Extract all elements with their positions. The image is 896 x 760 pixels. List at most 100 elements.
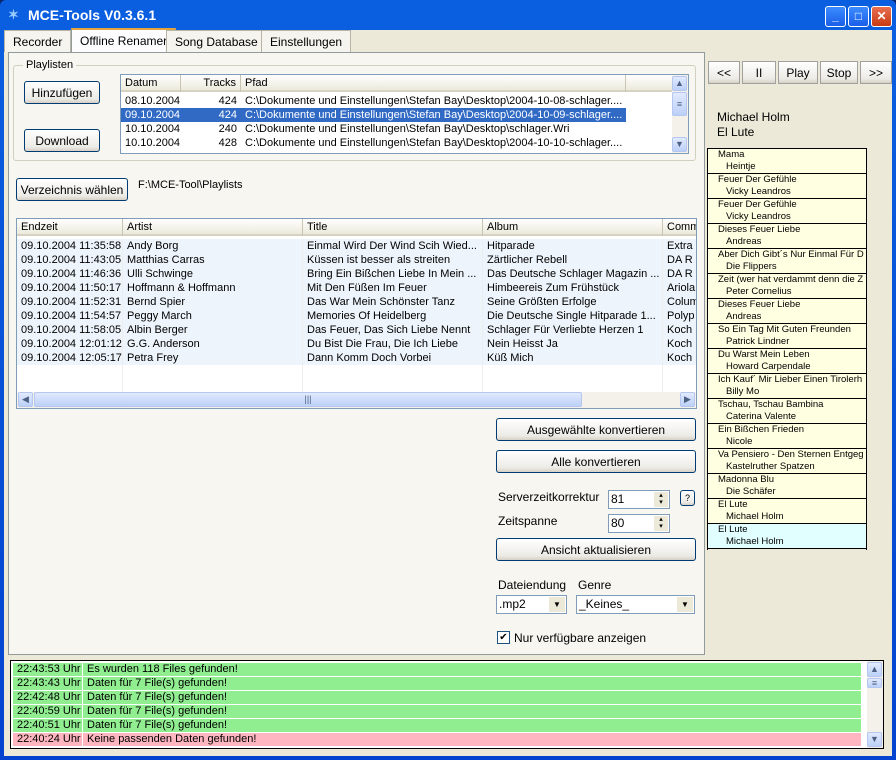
track-cell: Einmal Wird Der Wind Scih Wied... (303, 239, 483, 253)
queue-item[interactable]: Du Warst Mein Leben Howard Carpendale (708, 349, 866, 374)
queue-item[interactable]: Dieses Feuer Liebe Andreas (708, 299, 866, 324)
log-scrollbar[interactable]: ▲ ≡ ▼ (867, 661, 883, 748)
track-row[interactable]: 09.10.2004 11:52:31 Bernd Spier Das War Me… (17, 295, 696, 309)
file-extension-select[interactable]: .mp2 ▼ (496, 595, 567, 614)
previous-button[interactable]: << (708, 61, 740, 84)
log-entry: 22:42:48 Uhr Daten für 7 File(s) gefunden… (13, 691, 861, 704)
track-row[interactable]: 09.10.2004 12:05:17 Petra Frey Dann Komm D… (17, 351, 696, 365)
chevron-down-icon[interactable]: ▼ (549, 597, 565, 612)
track-row[interactable]: 09.10.2004 11:58:05 Albin Berger Das Feuer… (17, 323, 696, 337)
log-list[interactable]: 22:43:53 Uhr Es wurden 118 Files gefunden… (10, 660, 884, 749)
scroll-down-icon[interactable]: ▼ (867, 732, 882, 747)
track-row[interactable]: 09.10.2004 11:43:05 Matthias Carras Küssen… (17, 253, 696, 267)
scroll-thumb[interactable]: ≡ (867, 678, 882, 688)
convert-selected-button[interactable]: Ausgewählte konvertieren (496, 418, 696, 441)
track-cell (17, 365, 123, 379)
next-button[interactable]: >> (860, 61, 892, 84)
queue-item[interactable]: Feuer Der Gefühle Vicky Leandros (708, 174, 866, 199)
scroll-thumb[interactable]: ≡ (672, 92, 687, 116)
playlist-row[interactable]: 09.10.2004 424 C:\Dokumente und Einstellun… (121, 108, 626, 122)
queue-item[interactable]: Ein Bißchen Frieden Nicole (708, 424, 866, 449)
tracks-table[interactable]: Endzeit Artist Title Album Comm 09.10.20… (16, 218, 697, 409)
maximize-button[interactable]: □ (848, 6, 869, 27)
column-tracks[interactable]: Tracks (181, 75, 241, 92)
column-datum[interactable]: Datum (121, 75, 181, 92)
track-row[interactable]: 09.10.2004 11:54:57 Peggy March Memories O… (17, 309, 696, 323)
close-button[interactable]: ✕ (871, 6, 892, 27)
scroll-up-icon[interactable]: ▲ (867, 662, 882, 677)
title-bar: ✶ MCE-Tools V0.3.6.1 (4, 0, 892, 30)
only-available-checkbox[interactable]: ✔ (497, 631, 510, 644)
queue-item[interactable]: Dieses Feuer Liebe Andreas (708, 224, 866, 249)
queue-item[interactable]: Zeit (wer hat verdammt denn die Z Peter C… (708, 274, 866, 299)
track-cell: Andy Borg (123, 239, 303, 253)
queue-item-title: Feuer Der Gefühle (718, 174, 797, 185)
track-row[interactable] (17, 379, 696, 393)
play-queue[interactable]: Mama Heintje Feuer Der Gefühle Vicky Leandr… (707, 148, 867, 550)
track-row[interactable] (17, 365, 696, 379)
tab-einstellungen[interactable]: Einstellungen (261, 30, 352, 52)
chevron-down-icon[interactable]: ▼ (677, 597, 693, 612)
genre-select[interactable]: _Keines_ ▼ (576, 595, 695, 614)
scroll-left-icon[interactable]: ◀ (18, 392, 33, 407)
playlist-scrollbar[interactable]: ▲ ≡ ▼ (672, 75, 688, 153)
scroll-down-icon[interactable]: ▼ (672, 137, 687, 152)
convert-all-button[interactable]: Alle konvertieren (496, 450, 696, 473)
queue-item[interactable]: Ich Kauf´ Mir Lieber Einen Tirolerh Billy… (708, 374, 866, 399)
queue-item[interactable]: Va Pensiero - Den Sternen Entgeg Kastelru… (708, 449, 866, 474)
track-row[interactable]: 09.10.2004 11:46:36 Ulli Schwinge Bring Ei… (17, 267, 696, 281)
track-row[interactable]: 09.10.2004 11:35:58 Andy Borg Einmal Wird … (17, 239, 696, 253)
track-row[interactable]: 09.10.2004 11:50:17 Hoffmann & Hoffmann Mi… (17, 281, 696, 295)
minimize-button[interactable]: _ (825, 6, 846, 27)
queue-item[interactable]: Aber Dich Gibt´s Nur Einmal Für D Die Fli… (708, 249, 866, 274)
queue-item[interactable]: Feuer Der Gefühle Vicky Leandros (708, 199, 866, 224)
log-entry: 22:43:53 Uhr Es wurden 118 Files gefunden… (13, 663, 861, 676)
track-cell: Die Deutsche Single Hitparade 1... (483, 309, 663, 323)
queue-item[interactable]: Tschau, Tschau Bambina Caterina Valente (708, 399, 866, 424)
column-pfad[interactable]: Pfad (241, 75, 626, 92)
tab-song-database[interactable]: Song Database (166, 30, 267, 52)
refresh-view-button[interactable]: Ansicht aktualisieren (496, 538, 696, 561)
scroll-right-icon[interactable]: ▶ (680, 392, 695, 407)
playlist-row[interactable]: 10.10.2004 240 C:\Dokumente und Einstellun… (121, 122, 626, 136)
tab-offline-renamer[interactable]: Offline Renamer (71, 28, 177, 53)
queue-item[interactable]: Mama Heintje (708, 149, 866, 174)
track-row[interactable]: 09.10.2004 12:01:12 G.G. Anderson Du Bist … (17, 337, 696, 351)
spinner-arrows-icon[interactable]: ▴ ▾ (654, 516, 668, 531)
play-button[interactable]: Play (778, 61, 818, 84)
queue-item-title: Mama (718, 149, 745, 160)
download-button[interactable]: Download (24, 129, 100, 152)
column-comment[interactable]: Comm (663, 219, 696, 236)
scroll-up-icon[interactable]: ▲ (672, 76, 687, 91)
add-playlist-button[interactable]: Hinzufügen (24, 81, 100, 104)
pause-button[interactable]: II (742, 61, 776, 84)
track-cell: Küß Mich (483, 351, 663, 365)
hscroll-thumb[interactable]: ||| (34, 392, 582, 407)
help-button[interactable]: ? (680, 490, 695, 506)
queue-item-title: Dieses Feuer Liebe (718, 224, 801, 235)
spinner-arrows-icon[interactable]: ▴ ▾ (654, 492, 668, 507)
queue-item-artist: Kastelruther Spatzen (726, 461, 815, 472)
queue-item[interactable]: So Ein Tag Mit Guten Freunden Patrick Lin… (708, 324, 866, 349)
playlist-row[interactable]: 10.10.2004 428 C:\Dokumente und Einstellun… (121, 136, 626, 150)
column-artist[interactable]: Artist (123, 219, 303, 236)
queue-item[interactable]: El Lute Michael Holm (708, 499, 866, 524)
queue-item[interactable]: Madonna Blu Die Schäfer (708, 474, 866, 499)
queue-item-title: Aber Dich Gibt´s Nur Einmal Für D (718, 249, 864, 260)
playlist-table[interactable]: Datum Tracks Pfad 08.10.2004 424 C:\Dokume… (120, 74, 689, 154)
timespan-stepper[interactable]: 80 ▴ ▾ (608, 514, 670, 533)
column-title[interactable]: Title (303, 219, 483, 236)
timespan-value: 80 (611, 516, 625, 530)
tracks-hscrollbar[interactable]: ◀ ||| ▶ (17, 392, 696, 408)
server-time-stepper[interactable]: 81 ▴ ▾ (608, 490, 670, 509)
queue-item[interactable]: El Lute Michael Holm (708, 524, 866, 549)
column-endzeit[interactable]: Endzeit (17, 219, 123, 236)
stop-button[interactable]: Stop (820, 61, 858, 84)
track-cell: Extra (663, 239, 696, 253)
log-entry: 22:40:24 Uhr Keine passenden Daten gefund… (13, 733, 861, 746)
queue-item-artist: Patrick Lindner (726, 336, 790, 347)
choose-directory-button[interactable]: Verzeichnis wählen (16, 178, 128, 201)
playlist-row[interactable]: 08.10.2004 424 C:\Dokumente und Einstellun… (121, 94, 626, 108)
column-album[interactable]: Album (483, 219, 663, 236)
tab-recorder[interactable]: Recorder (4, 30, 72, 52)
